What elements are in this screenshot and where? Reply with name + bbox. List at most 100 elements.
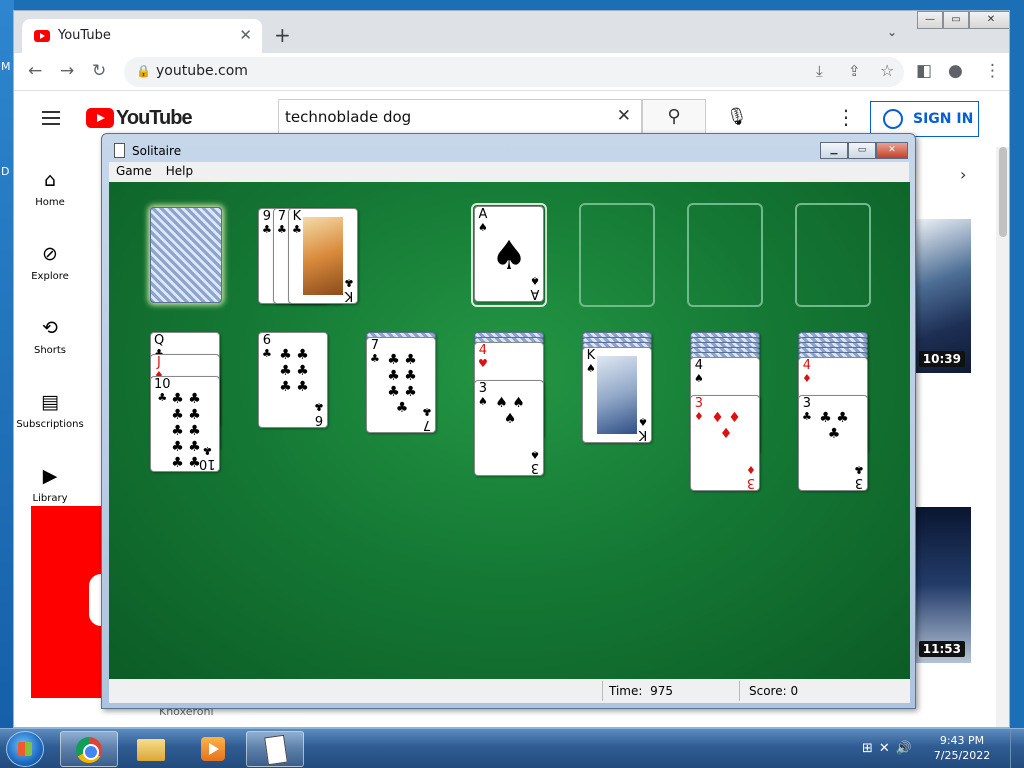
card-corner: K ♣ xyxy=(292,210,302,236)
forward-arrow-icon[interactable]: → xyxy=(60,61,74,81)
card-suit: ♣ xyxy=(344,276,354,289)
playing-card[interactable]: K ♠ K ♠ xyxy=(582,347,652,443)
playing-card[interactable]: A ♠ A ♠ ♠ xyxy=(474,206,544,302)
tab-close-icon[interactable]: ✕ xyxy=(239,26,252,44)
taskbar-media-player[interactable] xyxy=(184,731,242,767)
chrome-icon xyxy=(76,737,102,763)
sign-in-button[interactable]: SIGN IN xyxy=(870,101,979,137)
clear-search-icon[interactable]: ✕ xyxy=(617,106,631,126)
sign-in-label: SIGN IN xyxy=(913,111,974,127)
close-button[interactable]: ✕ xyxy=(876,142,908,159)
search-button[interactable]: ⚲ xyxy=(642,99,706,135)
compass-icon: ⊘ xyxy=(42,243,58,265)
sidebar-item-subscriptions[interactable]: ▤ Subscriptions xyxy=(14,391,86,430)
tab-title: YouTube xyxy=(58,28,111,43)
back-arrow-icon[interactable]: ← xyxy=(28,61,42,81)
playing-card[interactable]: 7 ♣ 7 ♣ ♣ ♣ ♣ ♣ ♣ ♣ ♣ xyxy=(366,337,436,433)
sidebar-item-label: Home xyxy=(35,197,65,208)
stock-pile[interactable] xyxy=(150,207,222,303)
minimize-button[interactable]: ▁ xyxy=(820,142,848,159)
game-board[interactable]: 9♣7♣K♣K♣A♠A♠♠Q♣J♦10♣10♣♣ ♣ ♣ ♣ ♣ ♣ ♣ ♣ ♣… xyxy=(109,182,910,679)
page-scrollbar[interactable] xyxy=(996,147,1009,727)
profile-avatar-icon[interactable]: ● xyxy=(948,61,963,81)
card-rank: 4 xyxy=(478,343,488,358)
bookmark-star-icon[interactable]: ☆ xyxy=(880,61,894,80)
clock-date: 7/25/2022 xyxy=(933,749,991,762)
chrome-window-controls: — ▭ ✕ xyxy=(917,11,1009,29)
card-rank: 3 xyxy=(530,460,540,475)
tab-search-chevron-icon[interactable]: ⌄ xyxy=(887,25,897,39)
solitaire-window: Solitaire ▁ ▭ ✕ GameHelp 9♣7♣K♣K♣A♠A♠♠Q♣… xyxy=(101,133,916,709)
video-thumbnail[interactable]: 10:39 xyxy=(914,219,971,373)
search-input[interactable]: technoblade dog ✕ xyxy=(278,99,642,135)
new-tab-button[interactable]: + xyxy=(274,23,291,47)
side-panel-icon[interactable]: ◧ xyxy=(916,61,932,81)
chrome-menu-icon[interactable]: ⋮ xyxy=(984,61,1001,81)
card-suit: ♥ xyxy=(478,357,488,370)
youtube-logo-text[interactable]: YouTube xyxy=(116,107,193,130)
maximize-button[interactable]: ▭ xyxy=(943,11,969,29)
playing-card[interactable]: 3 ♣ 3 ♣ ♣ ♣ ♣ xyxy=(798,395,868,491)
foundation-slot[interactable] xyxy=(579,203,655,307)
foundation-slot[interactable] xyxy=(795,203,871,307)
card-suit: ♣ xyxy=(277,223,287,236)
video-duration: 11:53 xyxy=(918,641,965,657)
promo-thumbnail[interactable] xyxy=(31,506,111,698)
taskbar-solitaire[interactable] xyxy=(246,731,304,767)
card-corner: 7 ♣ xyxy=(277,210,287,236)
youtube-logo-icon[interactable] xyxy=(86,108,114,128)
share-icon[interactable]: ⇪ xyxy=(848,62,861,80)
playing-card[interactable]: 6 ♣ 6 ♣ ♣ ♣ ♣ ♣ ♣ ♣ xyxy=(258,332,328,428)
sidebar-item-label: Explore xyxy=(31,271,69,282)
card-corner: 9 ♣ xyxy=(262,210,272,236)
address-bar[interactable]: 🔒 youtube.com ⤓ ⇪ ☆ xyxy=(124,57,904,87)
sidebar-item-home[interactable]: ⌂ Home xyxy=(14,169,86,208)
desktop-icon-fragment: D xyxy=(1,165,10,178)
minimize-button[interactable]: — xyxy=(917,11,943,29)
score-value: 0 xyxy=(790,684,799,698)
taskbar-chrome[interactable] xyxy=(60,731,118,767)
card-corner: 4 ♥ xyxy=(478,344,488,370)
card-suit: ♠ xyxy=(586,362,596,375)
taskbar-explorer[interactable] xyxy=(122,731,180,767)
foundation-slot[interactable] xyxy=(687,203,763,307)
playing-card[interactable]: 3 ♠ 3 ♠ ♠ ♠ ♠ xyxy=(474,380,544,476)
status-separator xyxy=(602,681,603,701)
hamburger-menu-icon[interactable] xyxy=(42,111,60,125)
chips-next-chevron-icon[interactable]: › xyxy=(960,165,966,184)
playing-card[interactable]: K ♣ K ♣ xyxy=(288,208,358,304)
video-thumbnail[interactable]: 11:53 xyxy=(914,507,971,663)
card-face-art xyxy=(303,217,343,295)
system-tray-icons[interactable]: ⊞✕🔊 xyxy=(862,741,918,756)
card-corner: A ♠ xyxy=(478,208,488,234)
reload-icon[interactable]: ↻ xyxy=(92,61,106,81)
show-desktop-button[interactable] xyxy=(1010,729,1024,768)
youtube-favicon-icon xyxy=(34,30,50,42)
maximize-button[interactable]: ▭ xyxy=(848,142,876,159)
sidebar-item-label: Shorts xyxy=(33,345,67,356)
menu-help[interactable]: Help xyxy=(159,162,200,180)
sidebar-item-library[interactable]: ▶ Library xyxy=(14,465,86,504)
sidebar-item-explore[interactable]: ⊘ Explore xyxy=(14,243,86,282)
settings-kebab-icon[interactable]: ⋮ xyxy=(836,105,856,129)
playing-card[interactable]: 10 ♣ 10 ♣ ♣ ♣ ♣ ♣ ♣ ♣ ♣ ♣ ♣ ♣ xyxy=(150,376,220,472)
playing-card[interactable]: 3 ♦ 3 ♦ ♦ ♦ ♦ xyxy=(690,395,760,491)
menu-game[interactable]: Game xyxy=(109,162,159,180)
card-corner: 3 ♠ xyxy=(478,382,488,408)
media-player-icon xyxy=(201,737,225,761)
close-button[interactable]: ✕ xyxy=(969,11,1009,29)
install-app-icon[interactable]: ⤓ xyxy=(816,62,823,80)
library-icon: ▶ xyxy=(42,465,58,487)
solitaire-icon xyxy=(264,734,288,766)
card-corner: 4 ♦ xyxy=(802,359,812,385)
card-corner: 4 ♠ xyxy=(694,359,704,385)
microphone-icon[interactable]: 🎙 xyxy=(726,107,748,127)
start-button[interactable] xyxy=(6,731,44,767)
taskbar-clock[interactable]: 9:43 PM 7/25/2022 xyxy=(932,733,992,763)
card-suit: ♣ xyxy=(370,352,380,365)
tab-strip: YouTube ✕ + ⌄ — ▭ ✕ xyxy=(14,11,1009,53)
tab-youtube[interactable]: YouTube ✕ xyxy=(22,19,262,53)
sidebar-item-shorts[interactable]: ⟲ Shorts xyxy=(14,317,86,356)
scrollbar-thumb[interactable] xyxy=(999,147,1007,237)
card-rank: 9 xyxy=(262,209,272,224)
